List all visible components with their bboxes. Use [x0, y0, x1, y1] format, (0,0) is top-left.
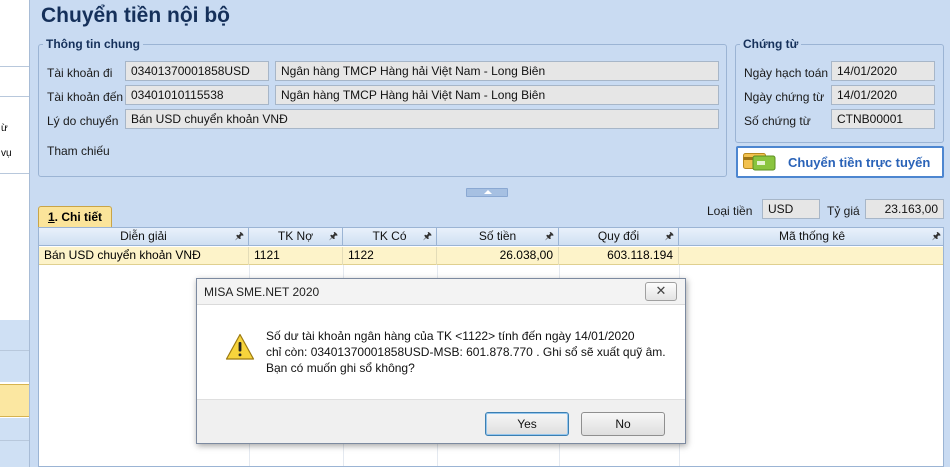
- posting-date-field[interactable]: 14/01/2020: [831, 61, 935, 81]
- nav-group-band: [0, 418, 29, 467]
- left-navigation-strip: ừ vụ: [0, 0, 30, 467]
- dialog-message: Số dư tài khoản ngân hàng của TK <1122> …: [266, 328, 676, 376]
- nav-group-band: [0, 320, 29, 382]
- currency-label: Loại tiền: [707, 204, 753, 218]
- pin-icon[interactable]: 🖈: [423, 228, 432, 245]
- voucher-legend: Chứng từ: [743, 37, 799, 51]
- online-transfer-label: Chuyển tiền trực tuyến: [788, 155, 931, 170]
- to-account-field[interactable]: 03401010115538: [125, 85, 269, 105]
- column-header-statistics-code[interactable]: Mã thống kê 🖈: [679, 228, 943, 246]
- nav-divider: [0, 173, 29, 174]
- cell-credit-account[interactable]: 1122: [343, 247, 437, 265]
- dialog-footer: Yes No: [197, 399, 685, 443]
- reason-field[interactable]: Bán USD chuyển khoản VNĐ: [125, 109, 719, 129]
- from-account-label: Tài khoản đi: [47, 66, 113, 80]
- column-header-description[interactable]: Diễn giải 🖈: [39, 228, 249, 246]
- tab-detail-label: . Chi tiết: [54, 210, 103, 224]
- to-account-label: Tài khoản đến: [47, 90, 124, 104]
- no-button[interactable]: No: [581, 412, 665, 436]
- tab-detail-number: 1: [47, 210, 55, 224]
- from-bank-field[interactable]: Ngân hàng TMCP Hàng hải Việt Nam - Long …: [275, 61, 719, 81]
- bank-card-icon: [743, 153, 776, 171]
- exchange-rate-field[interactable]: 23.163,00: [865, 199, 944, 219]
- currency-field[interactable]: USD: [762, 199, 820, 219]
- dialog-titlebar[interactable]: MISA SME.NET 2020 ✕: [197, 279, 685, 305]
- column-header-credit-account[interactable]: TK Có 🖈: [343, 228, 437, 246]
- online-transfer-button[interactable]: Chuyển tiền trực tuyến: [736, 146, 944, 178]
- dialog-message-line: Số dư tài khoản ngân hàng của TK <1122> …: [266, 329, 635, 343]
- confirm-dialog: MISA SME.NET 2020 ✕ Số dư tài khoản ngân…: [196, 278, 686, 444]
- warning-icon: [225, 333, 255, 360]
- nav-divider: [0, 96, 29, 97]
- chevron-up-icon: [484, 190, 492, 194]
- close-icon: ✕: [655, 283, 667, 298]
- dialog-message-line: Bạn có muốn ghi sổ không?: [266, 361, 415, 375]
- voucher-no-field[interactable]: CTNB00001: [831, 109, 935, 129]
- cell-debit-account[interactable]: 1121: [249, 247, 343, 265]
- yes-button[interactable]: Yes: [485, 412, 569, 436]
- cell-converted[interactable]: 603.118.194: [559, 247, 679, 265]
- page-title: Chuyển tiền nội bộ: [41, 4, 230, 27]
- dialog-message-line: chỉ còn: 03401370001858USD-MSB: 601.878.…: [266, 345, 666, 359]
- nav-item-fragment[interactable]: ừ: [1, 123, 8, 134]
- tab-detail[interactable]: 1. Chi tiết: [38, 206, 112, 228]
- general-info-legend: Thông tin chung: [46, 37, 140, 51]
- nav-selected-item[interactable]: [0, 384, 29, 417]
- column-header-debit-account[interactable]: TK Nợ 🖈: [249, 228, 343, 246]
- to-bank-field[interactable]: Ngân hàng TMCP Hàng hải Việt Nam - Long …: [275, 85, 719, 105]
- pin-icon[interactable]: 🖈: [235, 228, 244, 245]
- nav-divider: [0, 350, 29, 351]
- column-header-amount[interactable]: Số tiền 🖈: [437, 228, 559, 246]
- voucher-date-field[interactable]: 14/01/2020: [831, 85, 935, 105]
- voucher-date-label: Ngày chứng từ: [744, 90, 825, 104]
- posting-date-label: Ngày hạch toán: [744, 66, 829, 80]
- collapse-handle[interactable]: [466, 188, 508, 197]
- nav-item-fragment[interactable]: vụ: [1, 148, 12, 159]
- voucher-no-label: Số chứng từ: [744, 114, 811, 128]
- close-button[interactable]: ✕: [645, 282, 677, 301]
- dialog-title: MISA SME.NET 2020: [204, 285, 320, 299]
- pin-icon[interactable]: 🖈: [545, 228, 554, 245]
- pin-icon[interactable]: 🖈: [932, 228, 941, 245]
- nav-divider: [0, 66, 29, 67]
- nav-divider: [0, 440, 29, 441]
- general-info-group: Thông tin chung: [38, 37, 727, 177]
- reference-label[interactable]: Tham chiếu: [47, 144, 110, 158]
- table-row[interactable]: Bán USD chuyển khoản VNĐ 1121 1122 26.03…: [39, 247, 943, 265]
- pin-icon[interactable]: 🖈: [665, 228, 674, 245]
- column-header-converted[interactable]: Quy đổi 🖈: [559, 228, 679, 246]
- from-account-field[interactable]: 03401370001858USD: [125, 61, 269, 81]
- cell-description[interactable]: Bán USD chuyển khoản VNĐ: [39, 247, 249, 265]
- cell-statistics-code[interactable]: [679, 247, 943, 265]
- exchange-rate-label: Tỷ giá: [827, 204, 860, 218]
- cell-amount[interactable]: 26.038,00: [437, 247, 559, 265]
- pin-icon[interactable]: 🖈: [329, 228, 338, 245]
- reason-label: Lý do chuyển: [47, 114, 119, 128]
